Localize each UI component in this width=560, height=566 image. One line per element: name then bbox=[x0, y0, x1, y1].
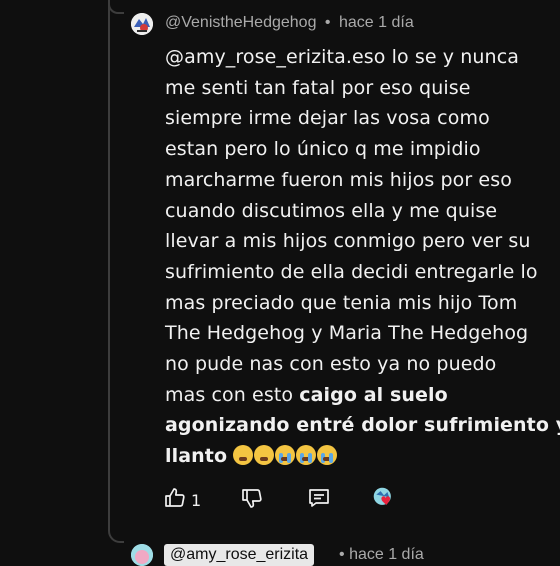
meta-separator: • bbox=[339, 546, 345, 563]
comment-text-bold: agonizando entré dolor sufrimiento y bbox=[165, 414, 560, 437]
dislike-button[interactable] bbox=[240, 484, 264, 512]
like-button[interactable] bbox=[163, 484, 187, 512]
crying-face-emoji bbox=[317, 445, 338, 466]
comment-line: The Hedgehog y Maria The Hedgehog bbox=[165, 322, 529, 345]
comment-time[interactable]: hace 1 día bbox=[349, 546, 424, 563]
confounded-face-emoji bbox=[254, 445, 275, 466]
comment-line: @amy_rose_erizita.eso lo se y nunca bbox=[165, 46, 519, 68]
comment-text-normal: mas con esto bbox=[165, 383, 300, 406]
comment-line: estan pero lo único q me impidio bbox=[165, 138, 481, 161]
comment-line: marcharme fueron mis hijos por eso bbox=[165, 168, 512, 191]
comment-header: • hace 1 día bbox=[339, 546, 424, 564]
meta-separator: • bbox=[324, 14, 331, 31]
avatar[interactable] bbox=[131, 13, 153, 35]
comment-author[interactable]: @VenistheHedgehog bbox=[165, 14, 316, 31]
reply-button[interactable] bbox=[307, 484, 331, 512]
thread-connector bbox=[108, 519, 124, 543]
avatar-image bbox=[131, 544, 153, 566]
comment-time[interactable]: hace 1 día bbox=[339, 14, 414, 31]
comment-line: sufrimiento de ella decidi entregarle lo bbox=[165, 260, 538, 283]
crying-face-emoji bbox=[275, 445, 296, 466]
thread-connector-top bbox=[108, 0, 124, 14]
comment-line: agonizando entré dolor sufrimiento y bbox=[165, 410, 560, 441]
comment-header: @VenistheHedgehog • hace 1 día bbox=[165, 14, 414, 32]
thread-line bbox=[108, 0, 110, 529]
creator-heart bbox=[372, 484, 396, 512]
thumbs-down-icon bbox=[242, 489, 262, 508]
comment-text-bold: llanto bbox=[165, 445, 228, 468]
comment-line: me senti tan fatal por eso quise bbox=[165, 76, 471, 99]
comment-line: cuando discutimos ella y me quise bbox=[165, 199, 498, 222]
creator-heart-icon bbox=[373, 487, 391, 505]
avatar[interactable] bbox=[131, 544, 153, 566]
disappointed-face-emoji bbox=[233, 445, 254, 466]
comment-line: mas con esto caigo al suelo bbox=[165, 380, 537, 411]
comment-icon bbox=[309, 489, 329, 507]
comment-body: @amy_rose_erizita.eso lo se y nunca me s… bbox=[165, 42, 560, 472]
comment-line: siempre irme dejar las vosa como bbox=[165, 107, 490, 130]
like-count: 1 bbox=[191, 490, 202, 510]
avatar-image bbox=[131, 13, 153, 35]
comment-line: no pude nas con esto ya no puedo bbox=[165, 353, 497, 376]
comment-line: llevar a mis hijos conmigo pero ver su bbox=[165, 230, 531, 253]
thumbs-up-icon bbox=[165, 488, 185, 507]
reply-mention-chip[interactable]: @amy_rose_erizita bbox=[164, 544, 315, 566]
comment-line: mas preciado que tenia mis hijo Tom bbox=[165, 291, 518, 314]
comment-text-bold: caigo al suelo bbox=[299, 383, 448, 406]
crying-face-emoji bbox=[296, 445, 317, 466]
comment-line: llanto bbox=[165, 441, 537, 472]
